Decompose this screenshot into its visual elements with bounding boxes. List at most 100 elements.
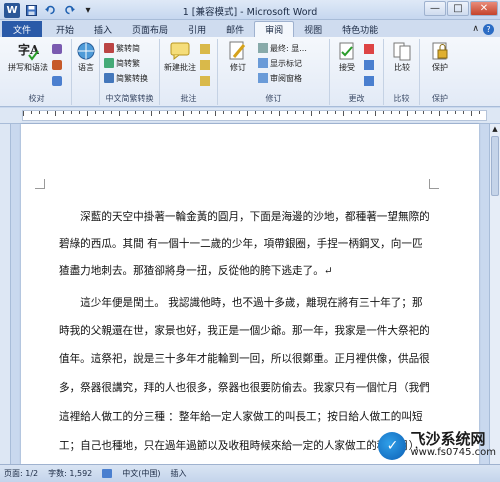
- ruler-tick: [231, 111, 232, 114]
- accept-button[interactable]: 接受: [332, 41, 362, 73]
- insert-mode[interactable]: 插入: [171, 468, 187, 479]
- help-icon[interactable]: ?: [483, 23, 494, 35]
- close-button[interactable]: ✕: [470, 1, 498, 16]
- tab-references[interactable]: 引用: [178, 21, 216, 37]
- next-change-icon[interactable]: [364, 75, 374, 87]
- tab-insert[interactable]: 插入: [84, 21, 122, 37]
- display-review-icon: [258, 43, 268, 53]
- word-count-icon[interactable]: [52, 75, 62, 87]
- reject-icon[interactable]: [364, 43, 374, 55]
- minimize-ribbon-icon[interactable]: ∧: [472, 24, 479, 34]
- spelling-grammar-button[interactable]: 字A 拼写和语法: [6, 41, 50, 73]
- ruler-tick: [335, 111, 336, 114]
- tab-file[interactable]: 文件: [2, 21, 43, 37]
- language-button[interactable]: 语言: [74, 41, 98, 73]
- vertical-scrollbar[interactable]: ▲: [489, 124, 500, 464]
- ruler-tick: [23, 111, 24, 116]
- compare-button[interactable]: 比较: [386, 41, 418, 73]
- show-markup-icon: [258, 58, 268, 68]
- document-line[interactable]: 這裡給人做工的分三種 ：整年給一定人家做工的叫長工；按日給人做工的叫短: [59, 409, 439, 424]
- group-protect: 保护 保护: [420, 39, 460, 105]
- scroll-thumb[interactable]: [491, 136, 499, 196]
- group-changes: 接受 更改: [330, 39, 384, 105]
- ruler-tick: [47, 111, 48, 114]
- ruler-tick: [359, 111, 360, 114]
- ruler-tick: [415, 111, 416, 114]
- ruler-tick: [327, 111, 328, 114]
- research-icon[interactable]: [52, 43, 62, 55]
- ruler-tick: [247, 111, 248, 116]
- new-comment-button[interactable]: 新建批注: [162, 41, 198, 73]
- ruler-tick: [407, 111, 408, 116]
- convert-icon: [104, 73, 114, 83]
- tab-home[interactable]: 开始: [46, 21, 84, 37]
- group-label-comments: 批注: [180, 94, 197, 103]
- language-indicator[interactable]: 中文(中国): [122, 468, 160, 479]
- accept-icon: [336, 41, 358, 61]
- document-line[interactable]: 時我的父親還在世，家景也好，我正是一個少爺。那一年，我家是一件大祭祀的: [59, 323, 439, 338]
- ruler-tick: [215, 111, 216, 116]
- status-bar: 页面: 1/2 字数: 1,592 中文(中国) 插入: [0, 464, 500, 482]
- group-label-compare: 比较: [393, 94, 410, 103]
- ruler-tick: [375, 111, 376, 116]
- convert-button[interactable]: 简繁转换: [104, 72, 148, 84]
- document-line[interactable]: 碧綠的西瓜。其間 有一個十一二歲的少年，項帶銀圈，手捏一柄鋼叉，向一匹: [59, 236, 439, 251]
- page-indicator[interactable]: 页面: 1/2: [4, 468, 38, 479]
- minimize-button[interactable]: —: [424, 1, 446, 16]
- ruler-tick: [223, 111, 224, 114]
- new-comment-icon: [169, 41, 191, 61]
- tab-view[interactable]: 视图: [294, 21, 332, 37]
- document-line[interactable]: 值年。這祭祀，說是三十多年才能輪到一回，所以很鄭重。正月裡供像，供品很: [59, 351, 439, 366]
- ruler-tick: [447, 111, 448, 114]
- document-line[interactable]: 這少年便是閏土。 我認識他時，也不過十多歲，離現在將有三十年了；那: [59, 295, 439, 310]
- group-compare: 比较 比较: [384, 39, 420, 105]
- word-count[interactable]: 字数: 1,592: [48, 468, 92, 479]
- vertical-ruler[interactable]: [0, 124, 11, 464]
- ruler-tick: [95, 111, 96, 114]
- ruler-tick: [279, 111, 280, 116]
- document-line[interactable]: 多，祭器很講究，拜的人也很多，祭器也很要防偷去。我家只有一個忙月（我們: [59, 380, 439, 395]
- document-line[interactable]: 猹盡力地刺去。那猹卻將身一扭，反從他的胯下逃走了。↵: [59, 263, 439, 278]
- scroll-up-arrow-icon[interactable]: ▲: [490, 124, 500, 134]
- ruler-tick: [159, 111, 160, 114]
- previous-comment-icon[interactable]: [200, 59, 210, 71]
- ruler-tick: [439, 111, 440, 116]
- tab-page-layout[interactable]: 页面布局: [122, 21, 178, 37]
- previous-change-icon[interactable]: [364, 59, 374, 71]
- tab-review[interactable]: 审阅: [254, 21, 295, 37]
- ruler-tick: [399, 111, 400, 114]
- to-traditional-button[interactable]: 简转繁: [104, 57, 140, 69]
- group-language: 语言: [72, 39, 100, 105]
- horizontal-ruler[interactable]: [0, 108, 500, 124]
- ruler-tick: [151, 111, 152, 116]
- ruler-tick: [479, 111, 480, 114]
- show-markup-dropdown[interactable]: 显示标记: [258, 57, 302, 69]
- display-for-review-dropdown[interactable]: 最终: 显...: [258, 42, 307, 54]
- ruler-tick: [183, 111, 184, 116]
- ruler-tick: [199, 111, 200, 114]
- ruler-tick: [63, 111, 64, 114]
- proofing-status-icon[interactable]: [102, 469, 113, 478]
- track-changes-button[interactable]: 修订: [222, 41, 254, 73]
- ruler-tick: [311, 111, 312, 116]
- maximize-button[interactable]: □: [447, 1, 469, 16]
- document-line[interactable]: 深藍的天空中掛著一輪金黃的圓月，下面是海邊的沙地，都種著一望無際的: [59, 209, 439, 224]
- ruler-tick: [455, 111, 456, 114]
- ruler-tick: [367, 111, 368, 114]
- review-pane-dropdown[interactable]: 审阅窗格: [258, 72, 302, 84]
- delete-comment-icon[interactable]: [200, 43, 210, 55]
- to-simplified-button[interactable]: 繁转简: [104, 42, 140, 54]
- margin-corner-top-left: [35, 179, 45, 189]
- next-comment-icon[interactable]: [200, 75, 210, 87]
- ruler-scale: [22, 110, 487, 121]
- window-controls: — □ ✕: [424, 1, 498, 16]
- ruler-tick: [31, 111, 32, 114]
- document-page[interactable]: 深藍的天空中掛著一輪金黃的圓月，下面是海邊的沙地，都種著一望無際的 碧綠的西瓜。…: [21, 124, 479, 464]
- thesaurus-icon[interactable]: [52, 59, 62, 71]
- protect-button[interactable]: 保护: [424, 41, 456, 73]
- group-tracking: 修订 最终: 显... 显示标记 审阅窗格 修订: [218, 39, 330, 105]
- group-comments: 新建批注 批注: [160, 39, 218, 105]
- ruler-tick: [175, 111, 176, 114]
- tab-features[interactable]: 特色功能: [332, 21, 388, 37]
- tab-mailings[interactable]: 邮件: [216, 21, 254, 37]
